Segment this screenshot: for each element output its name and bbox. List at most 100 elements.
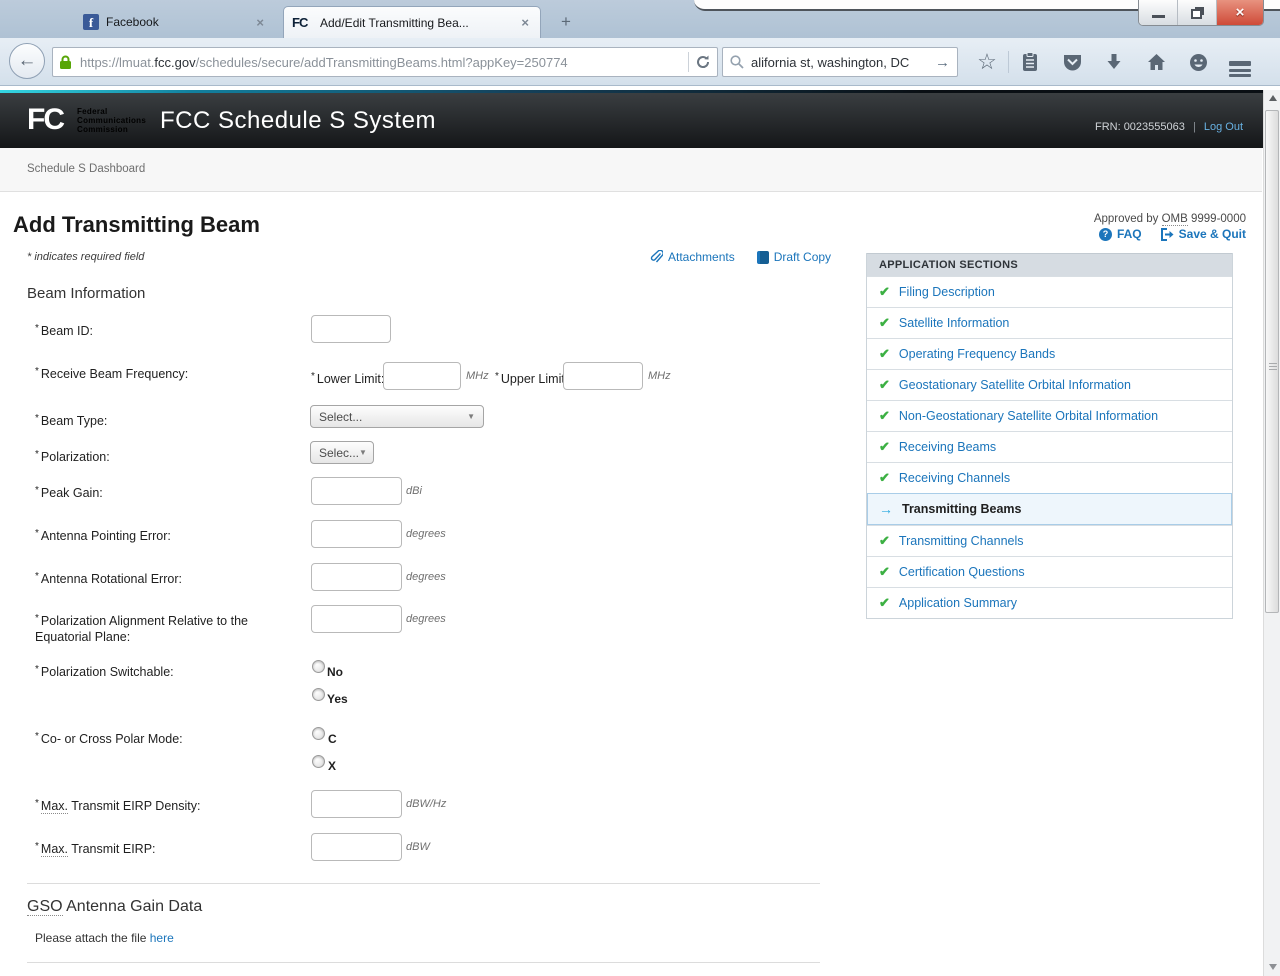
- beam-id-label: *Beam ID:: [35, 321, 295, 339]
- bookmarks-menu-icon[interactable]: [1009, 52, 1051, 72]
- new-tab-button[interactable]: +: [552, 10, 580, 34]
- logout-link[interactable]: Log Out: [1204, 121, 1243, 133]
- sidebar-item-geostationary-orbital-info[interactable]: ✔ Geostationary Satellite Orbital Inform…: [867, 369, 1232, 400]
- check-icon: ✔: [879, 315, 890, 331]
- sidebar-item-satellite-information[interactable]: ✔ Satellite Information: [867, 307, 1232, 338]
- breadcrumb[interactable]: Schedule S Dashboard: [27, 163, 145, 175]
- fcc-favicon: FC: [292, 16, 314, 30]
- restore-button[interactable]: [1178, 0, 1217, 25]
- minimize-icon: [1152, 15, 1165, 18]
- close-button[interactable]: ×: [1217, 0, 1263, 25]
- menu-hamburger-icon[interactable]: [1219, 58, 1261, 66]
- section-divider: [27, 883, 820, 884]
- max-eirp-input[interactable]: [311, 833, 402, 861]
- attachments-row: Attachments Draft Copy: [650, 250, 831, 264]
- required-field-note: * indicates required field: [27, 251, 144, 263]
- polar-mode-c-radio[interactable]: [312, 727, 325, 740]
- tab-close-icon[interactable]: ×: [518, 15, 532, 30]
- sidebar-item-certification-questions[interactable]: ✔ Certification Questions: [867, 556, 1232, 587]
- fcc-logo-mark: FC: [27, 103, 63, 137]
- restore-icon: [1191, 9, 1202, 19]
- sidebar-item-receiving-channels[interactable]: ✔ Receiving Channels: [867, 462, 1232, 493]
- pocket-icon[interactable]: [1051, 53, 1093, 72]
- polarization-alignment-input[interactable]: [311, 605, 402, 633]
- sidebar-item-operating-frequency-bands[interactable]: ✔ Operating Frequency Bands: [867, 338, 1232, 369]
- save-quit-link[interactable]: Save & Quit: [1160, 227, 1246, 241]
- sidebar-item-receiving-beams[interactable]: ✔ Receiving Beams: [867, 431, 1232, 462]
- max-eirp-density-input[interactable]: [311, 790, 402, 818]
- scroll-up-button[interactable]: [1265, 90, 1280, 106]
- radio-label-c[interactable]: C: [328, 732, 337, 746]
- attach-file-here-link[interactable]: here: [150, 931, 174, 945]
- radio-label-yes[interactable]: Yes: [327, 692, 348, 706]
- max-eirp-density-label: *Max. Transmit EIRP Density:: [35, 796, 295, 814]
- check-icon: ✔: [879, 470, 890, 486]
- draft-copy-icon: [757, 251, 769, 264]
- attachments-link[interactable]: Attachments: [650, 250, 735, 264]
- omb-approval-note: Approved by OMB 9999-0000: [1094, 213, 1246, 225]
- tab-facebook[interactable]: f Facebook ×: [75, 6, 275, 38]
- max-eirp-unit: dBW: [406, 841, 430, 853]
- tab-close-icon[interactable]: ×: [253, 15, 267, 30]
- faq-link[interactable]: ? FAQ: [1099, 227, 1142, 241]
- home-icon[interactable]: [1135, 53, 1177, 71]
- omb-abbr: OMB: [1162, 213, 1188, 226]
- peak-gain-label: *Peak Gain:: [35, 483, 295, 501]
- check-icon: ✔: [879, 346, 890, 362]
- upper-limit-label: *Upper Limit:: [495, 369, 570, 387]
- polarization-select[interactable]: Selec... ▼: [310, 441, 374, 464]
- antenna-rotational-error-input[interactable]: [311, 563, 402, 591]
- antenna-rotational-error-label: *Antenna Rotational Error:: [35, 569, 295, 587]
- tab-add-edit-transmitting-beams[interactable]: FC Add/Edit Transmitting Bea... ×: [283, 6, 541, 38]
- sidebar-item-filing-description[interactable]: ✔ Filing Description: [867, 276, 1232, 307]
- fcc-logo-text: Federal Communications Commission: [77, 107, 146, 134]
- download-icon[interactable]: [1093, 53, 1135, 71]
- check-icon: ✔: [879, 439, 890, 455]
- polar-mode-x-radio[interactable]: [312, 755, 325, 768]
- search-input-text[interactable]: alifornia st, washington, DC: [751, 55, 935, 70]
- arrow-down-icon: [1269, 964, 1277, 970]
- application-sections-panel: APPLICATION SECTIONS ✔ Filing Descriptio…: [866, 253, 1233, 619]
- url-text: https://lmuat.fcc.gov/schedules/secure/a…: [80, 55, 682, 70]
- antenna-pointing-error-input[interactable]: [311, 520, 402, 548]
- search-icon: [730, 55, 744, 69]
- fcc-logo[interactable]: FC Federal Communications Commission: [27, 103, 146, 137]
- sidebar-item-transmitting-beams-current[interactable]: → Transmitting Beams: [867, 493, 1232, 525]
- back-button[interactable]: ←: [9, 43, 45, 79]
- peak-gain-input[interactable]: [311, 477, 402, 505]
- sidebar-item-transmitting-channels[interactable]: ✔ Transmitting Channels: [867, 525, 1232, 556]
- reload-icon[interactable]: [695, 54, 711, 70]
- check-icon: ✔: [879, 377, 890, 393]
- gso-attach-note: Please attach the file here: [35, 931, 174, 945]
- antenna-pointing-error-label: *Antenna Pointing Error:: [35, 526, 295, 544]
- search-go-icon[interactable]: →: [935, 54, 950, 71]
- upper-limit-input[interactable]: [563, 362, 643, 390]
- antenna-rotational-error-unit: degrees: [406, 571, 446, 583]
- search-bar[interactable]: alifornia st, washington, DC →: [722, 47, 958, 77]
- polarization-switchable-no-radio[interactable]: [312, 660, 325, 673]
- beam-type-select[interactable]: Select... ▼: [310, 405, 484, 428]
- scroll-down-button[interactable]: [1265, 959, 1280, 975]
- minimize-button[interactable]: [1139, 0, 1178, 25]
- polarization-label: *Polarization:: [35, 447, 295, 465]
- lower-limit-input[interactable]: [383, 362, 461, 390]
- sidebar-item-non-geostationary-orbital-info[interactable]: ✔ Non-Geostationary Satellite Orbital In…: [867, 400, 1232, 431]
- polarization-switchable-yes-radio[interactable]: [312, 688, 325, 701]
- scrollbar-thumb[interactable]: [1265, 110, 1279, 613]
- radio-label-x[interactable]: X: [328, 759, 336, 773]
- hello-smiley-icon[interactable]: [1177, 53, 1219, 72]
- check-icon: ✔: [879, 533, 890, 549]
- check-icon: ✔: [879, 284, 890, 300]
- sidebar-item-application-summary[interactable]: ✔ Application Summary: [867, 587, 1232, 618]
- scrollbar-grip: [1269, 363, 1277, 372]
- bookmark-star-icon[interactable]: ☆: [966, 51, 1008, 73]
- page-scrollbar[interactable]: [1263, 90, 1280, 976]
- lower-limit-unit: MHz: [466, 370, 489, 382]
- toolbar-icons: ☆: [966, 47, 1261, 77]
- radio-label-no[interactable]: No: [327, 665, 343, 679]
- antenna-pointing-error-unit: degrees: [406, 528, 446, 540]
- beam-id-input[interactable]: [311, 315, 391, 343]
- draft-copy-link[interactable]: Draft Copy: [757, 250, 831, 264]
- url-bar[interactable]: https://lmuat.fcc.gov/schedules/secure/a…: [52, 47, 718, 77]
- upper-limit-unit: MHz: [648, 370, 671, 382]
